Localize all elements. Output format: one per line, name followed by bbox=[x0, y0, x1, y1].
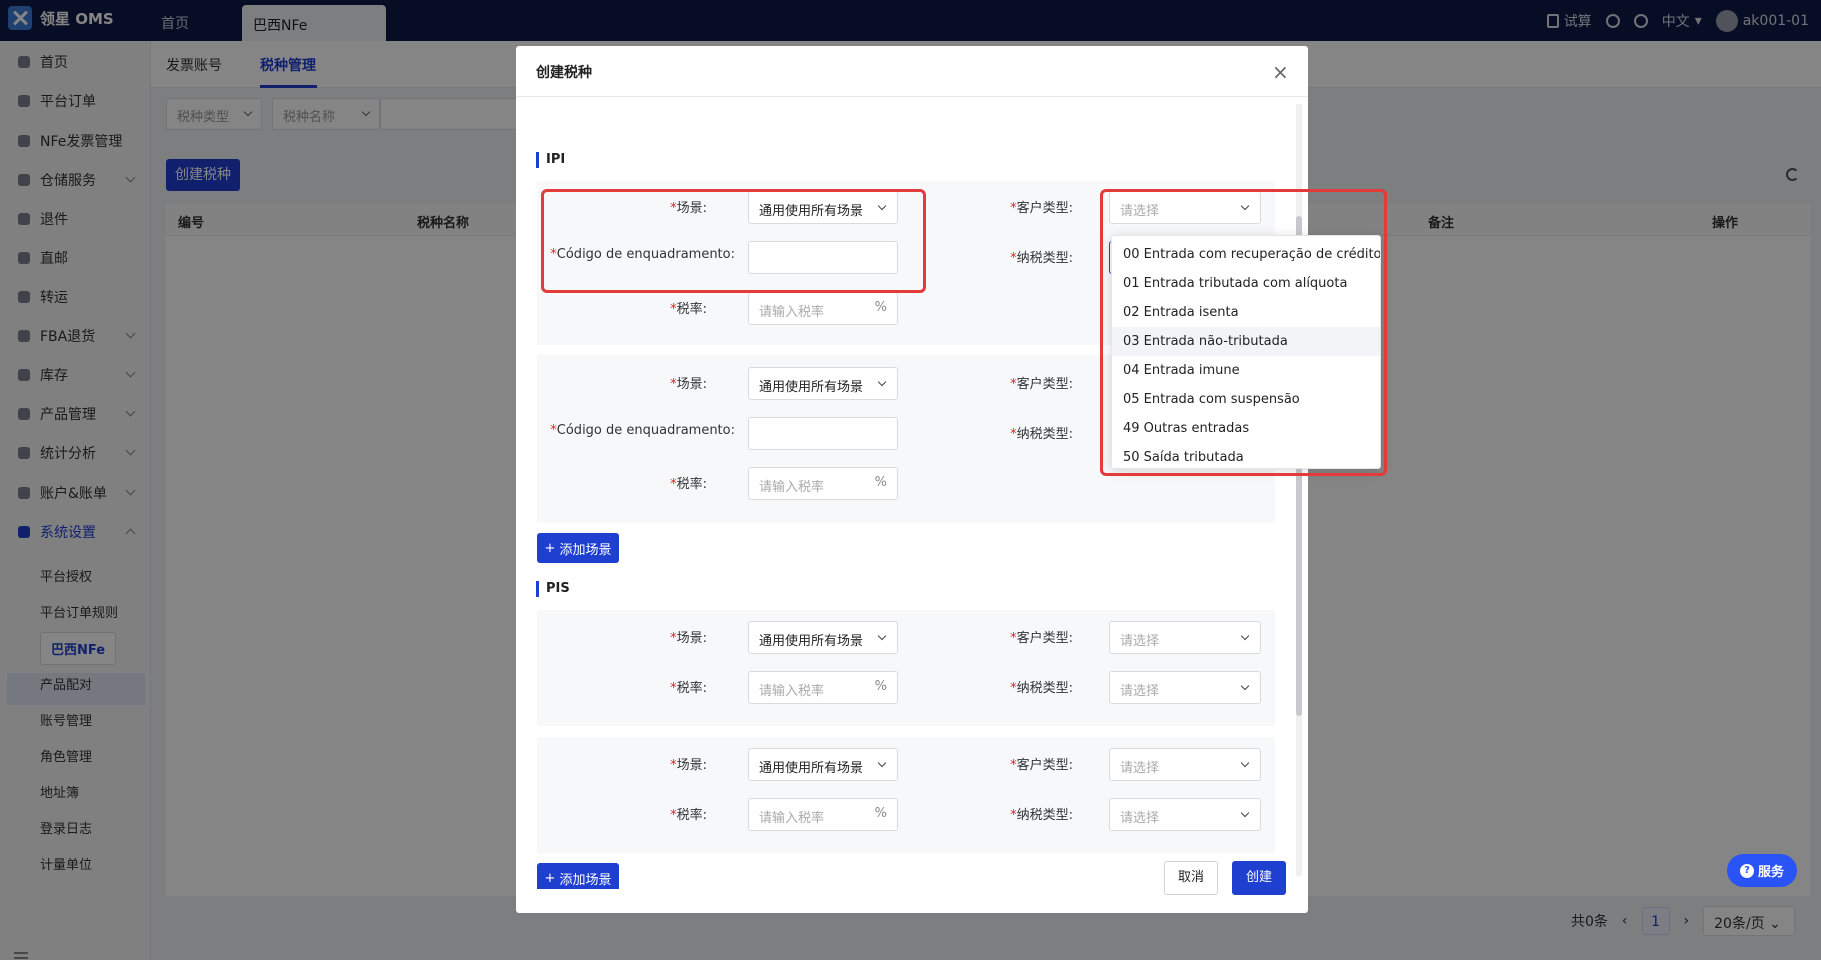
tax-rate-label: *税率: bbox=[670, 681, 707, 696]
customer-type-label: *客户类型: bbox=[1010, 631, 1073, 646]
taxpayer-type-label: *纳税类型: bbox=[1010, 808, 1073, 823]
rate-placeholder: 请输入税率 bbox=[759, 811, 825, 826]
rate-placeholder: 请输入税率 bbox=[759, 684, 825, 699]
chevron-down-icon bbox=[1240, 681, 1250, 691]
scene-select[interactable]: 通用使用所有场景 bbox=[748, 748, 898, 781]
customer-type-select[interactable]: 请选择 bbox=[1109, 748, 1261, 781]
highlight-box-code-rate bbox=[541, 189, 926, 293]
scene-label: *场景: bbox=[670, 631, 707, 646]
scene-value: 通用使用所有场景 bbox=[759, 380, 864, 395]
customer-type-label: *客户类型: bbox=[1010, 377, 1073, 392]
chevron-down-icon bbox=[1240, 631, 1250, 641]
service-label: 服务 bbox=[1757, 865, 1784, 880]
add-scene-label: 添加场景 bbox=[559, 542, 612, 558]
create-tax-modal: 创建税种 × IPI *场景: 通用使用所有场景 *客户类型: 请选择 *Cód… bbox=[516, 46, 1308, 913]
pis-scene-card: *场景: 通用使用所有场景 *客户类型: 请选择 *税率: 请输入税率% *纳税… bbox=[537, 610, 1275, 726]
plus-icon: + bbox=[544, 540, 556, 556]
scene-select[interactable]: 通用使用所有场景 bbox=[748, 621, 898, 654]
code-input[interactable] bbox=[748, 417, 898, 450]
highlight-box-dropdown bbox=[1100, 189, 1387, 476]
chevron-down-icon bbox=[877, 631, 887, 641]
customer-type-label: *客户类型: bbox=[1010, 201, 1073, 216]
select-placeholder: 请选择 bbox=[1120, 634, 1160, 649]
create-button[interactable]: 创建 bbox=[1232, 861, 1286, 895]
customer-type-label: *客户类型: bbox=[1010, 758, 1073, 773]
pis-scene-card: *场景: 通用使用所有场景 *客户类型: 请选择 *税率: 请输入税率% *纳税… bbox=[537, 737, 1275, 853]
tax-rate-input[interactable]: 请输入税率% bbox=[748, 671, 898, 704]
percent-sign: % bbox=[874, 679, 887, 694]
scene-value: 通用使用所有场景 bbox=[759, 634, 864, 649]
taxpayer-type-label: *纳税类型: bbox=[1010, 251, 1073, 266]
code-label: *Código de enquadramento: bbox=[550, 423, 735, 438]
chevron-down-icon bbox=[877, 377, 887, 387]
tax-rate-input[interactable]: 请输入税率% bbox=[748, 467, 898, 500]
help-icon: ? bbox=[1739, 863, 1754, 878]
section-ipi-title: IPI bbox=[536, 152, 565, 168]
scene-value: 通用使用所有场景 bbox=[759, 761, 864, 776]
customer-type-select[interactable]: 请选择 bbox=[1109, 621, 1261, 654]
tax-rate-input[interactable]: 请输入税率% bbox=[748, 292, 898, 325]
tax-rate-input[interactable]: 请输入税率% bbox=[748, 798, 898, 831]
tax-rate-label: *税率: bbox=[670, 808, 707, 823]
plus-icon: + bbox=[544, 870, 556, 886]
add-scene-button[interactable]: + 添加场景 bbox=[537, 863, 619, 889]
chevron-down-icon bbox=[877, 758, 887, 768]
section-pis-title: PIS bbox=[536, 581, 570, 597]
scene-label: *场景: bbox=[670, 377, 707, 392]
taxpayer-type-label: *纳税类型: bbox=[1010, 427, 1073, 442]
add-scene-label: 添加场景 bbox=[559, 872, 612, 888]
tax-rate-label: *税率: bbox=[670, 477, 707, 492]
scene-select[interactable]: 通用使用所有场景 bbox=[748, 367, 898, 400]
rate-placeholder: 请输入税率 bbox=[759, 480, 825, 495]
taxpayer-type-select[interactable]: 请选择 bbox=[1109, 671, 1261, 704]
percent-sign: % bbox=[874, 475, 887, 490]
select-placeholder: 请选择 bbox=[1120, 811, 1160, 826]
tax-rate-label: *税率: bbox=[670, 302, 707, 317]
select-placeholder: 请选择 bbox=[1120, 761, 1160, 776]
select-placeholder: 请选择 bbox=[1120, 684, 1160, 699]
cancel-button[interactable]: 取消 bbox=[1164, 861, 1218, 895]
modal-title: 创建税种 bbox=[536, 65, 592, 81]
chevron-down-icon bbox=[1240, 758, 1250, 768]
scene-label: *场景: bbox=[670, 758, 707, 773]
rate-placeholder: 请输入税率 bbox=[759, 305, 825, 320]
close-icon[interactable]: × bbox=[1272, 60, 1289, 84]
taxpayer-type-label: *纳税类型: bbox=[1010, 681, 1073, 696]
chevron-down-icon bbox=[1240, 808, 1250, 818]
percent-sign: % bbox=[874, 806, 887, 821]
taxpayer-type-select[interactable]: 请选择 bbox=[1109, 798, 1261, 831]
service-button[interactable]: ? 服务 bbox=[1727, 854, 1797, 887]
percent-sign: % bbox=[874, 300, 887, 315]
add-scene-button[interactable]: + 添加场景 bbox=[537, 533, 619, 563]
